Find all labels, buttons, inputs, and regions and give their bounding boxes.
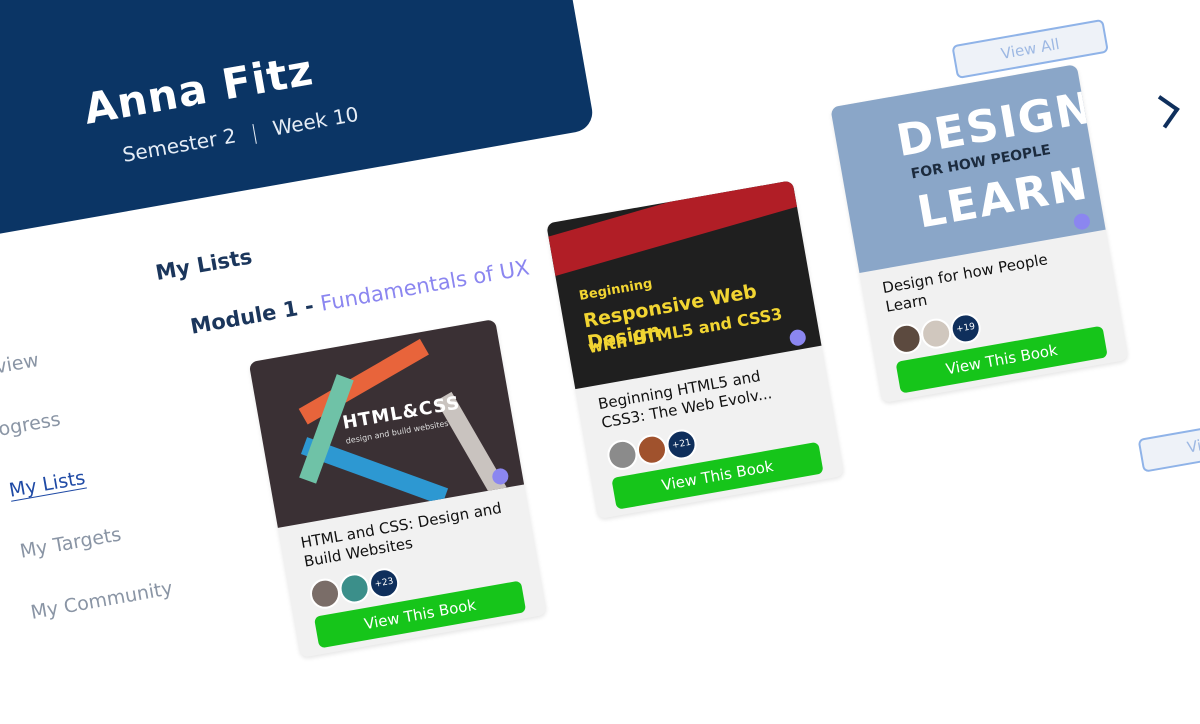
avatar <box>918 316 954 351</box>
book-card[interactable]: DESIGN FOR HOW PEOPLE LEARN Design for h… <box>830 64 1129 403</box>
reader-avatars: +23 <box>307 565 402 612</box>
book-cover[interactable]: HTML&CSS design and build websites <box>248 318 525 528</box>
nav-item-my-targets[interactable]: My Targets <box>18 523 123 562</box>
avatar <box>337 571 372 606</box>
more-readers-badge: +19 <box>948 311 984 346</box>
module-name[interactable]: Fundamentals of UX <box>319 255 532 315</box>
semester-label: Semester 2 <box>120 123 238 167</box>
more-readers-badge: +23 <box>366 565 402 601</box>
reader-avatars: +21 <box>605 427 699 473</box>
week-label: Week 10 <box>270 101 361 141</box>
cover-red-band <box>548 180 797 276</box>
app-scene: Anna Fitz Semester 2 Week 10 rview ogres… <box>0 0 1200 658</box>
reader-avatars: +19 <box>889 311 984 357</box>
book-card[interactable]: Beginning Responsive Web Design with HTM… <box>546 180 845 520</box>
chevron-right-icon[interactable] <box>1146 95 1180 129</box>
avatar <box>307 576 343 612</box>
nav-item-overview[interactable]: rview <box>0 349 41 380</box>
divider <box>252 123 257 144</box>
book-card[interactable]: HTML&CSS design and build websites HTML … <box>248 318 548 658</box>
sidebar-nav: rview ogress My Lists My Targets My Comm… <box>0 325 174 624</box>
book-cover[interactable]: Beginning Responsive Web Design with HTM… <box>546 180 822 390</box>
nav-item-progress[interactable]: ogress <box>0 408 62 441</box>
module-prefix: Module 1 - <box>188 292 323 339</box>
book-cover[interactable]: DESIGN FOR HOW PEOPLE LEARN <box>830 64 1106 273</box>
nav-item-my-community[interactable]: My Community <box>29 577 174 624</box>
nav-item-my-lists[interactable]: My Lists <box>7 467 86 502</box>
view-all-button-top[interactable]: View All <box>951 18 1109 80</box>
profile-header: Anna Fitz Semester 2 Week 10 <box>0 0 596 261</box>
avatar <box>889 321 924 357</box>
more-readers-badge: +21 <box>664 427 699 462</box>
avatar <box>605 437 640 473</box>
section-title: My Lists <box>153 244 254 285</box>
avatar <box>634 432 670 468</box>
view-all-button-bottom[interactable]: View All <box>1137 412 1200 473</box>
